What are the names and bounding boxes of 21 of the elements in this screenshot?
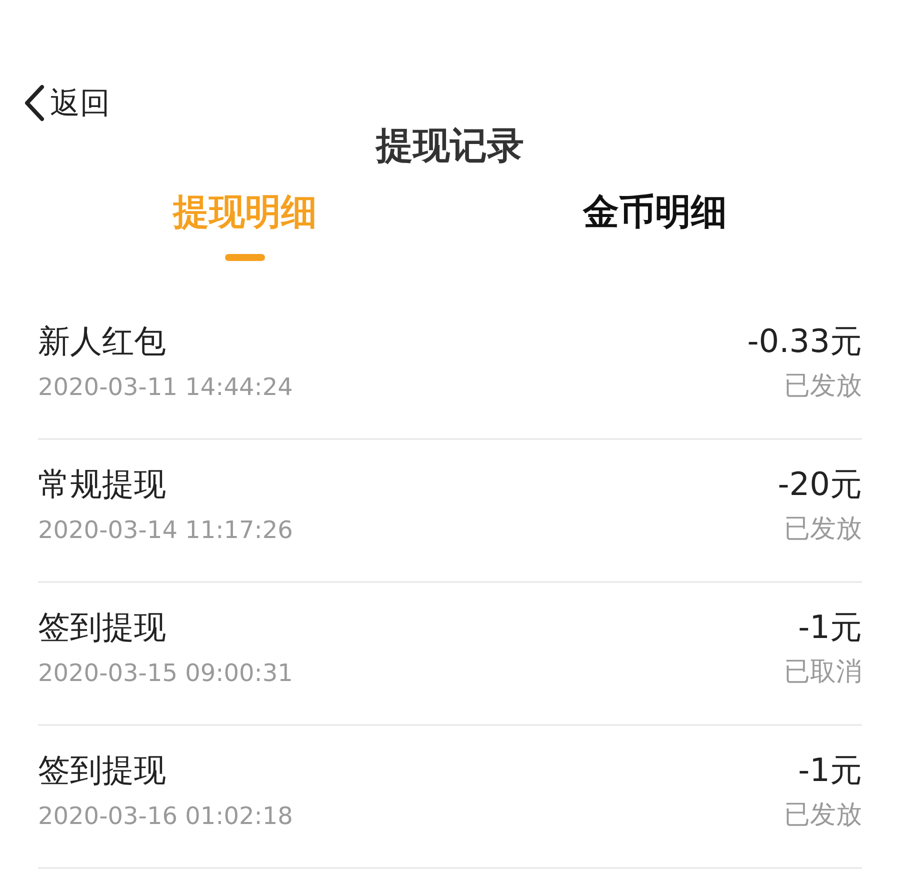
record-amount: -20元 xyxy=(778,464,862,504)
record-time: 2020-03-14 11:17:26 xyxy=(38,514,293,546)
record-status: 已发放 xyxy=(784,512,862,546)
record-amount: -1元 xyxy=(798,606,862,648)
record-time: 2020-03-15 09:00:31 xyxy=(38,658,293,688)
page-title: 提现记录 xyxy=(376,123,524,169)
record-title: 签到提现 xyxy=(38,606,167,648)
tab[interactable]: 金币明细 xyxy=(450,186,860,260)
record-time: 2020-03-11 14:44:24 xyxy=(38,372,293,402)
record-status: 已发放 xyxy=(784,370,862,402)
record-status: 已取消 xyxy=(784,656,862,688)
record-time: 2020-03-16 01:02:18 xyxy=(38,800,293,832)
record-title: 签到提现 xyxy=(38,750,167,790)
back-button[interactable]: 返回 xyxy=(22,80,110,126)
record-title: 常规提现 xyxy=(38,464,167,504)
record-title: 新人红包 xyxy=(38,320,167,362)
record-status: 已发放 xyxy=(784,798,862,832)
record-amount: -1元 xyxy=(798,750,862,790)
chevron-left-icon xyxy=(22,84,46,122)
tab-underline xyxy=(225,254,265,260)
record-amount: -0.33元 xyxy=(747,320,862,362)
